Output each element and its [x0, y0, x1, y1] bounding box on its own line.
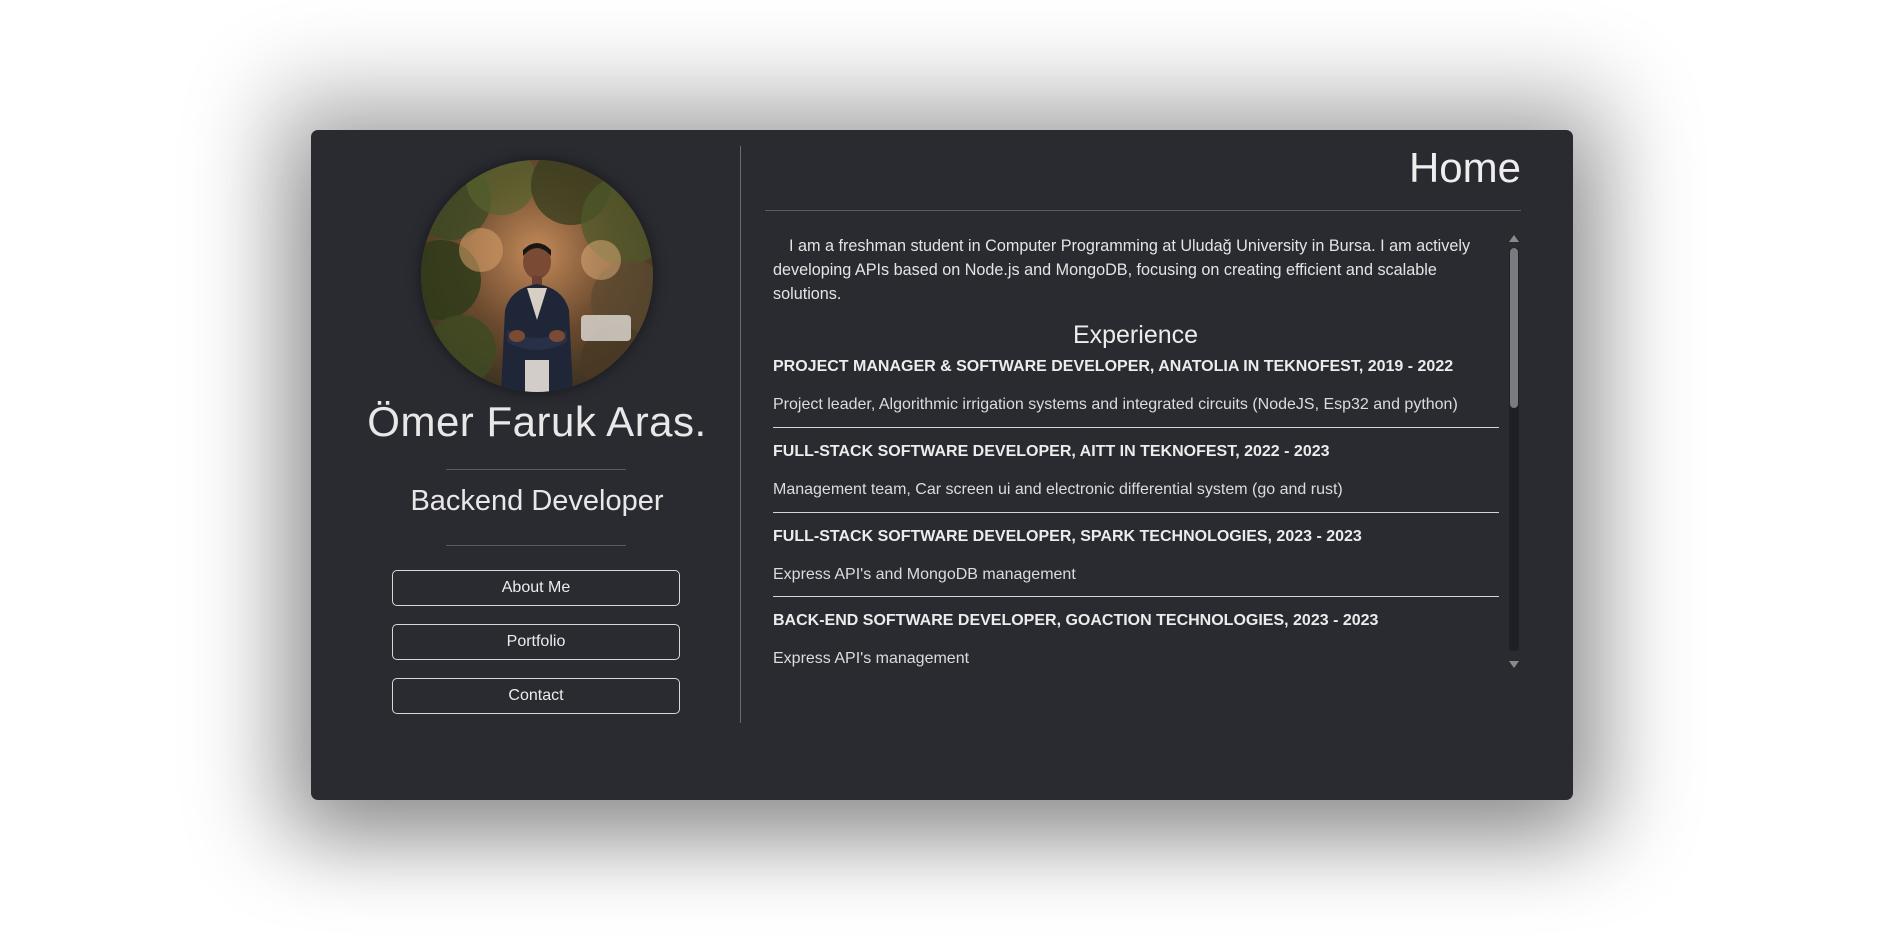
role-divider [446, 545, 626, 546]
page-title: Home [1408, 144, 1521, 191]
content-scroll-area[interactable]: I am a freshman student in Computer Prog… [773, 230, 1501, 802]
profile-name: Ömer Faruk Aras. [367, 398, 707, 445]
experience-item: FULL-STACK SOFTWARE DEVELOPER, AITT IN T… [773, 443, 1499, 499]
content-scrollbar[interactable] [1508, 230, 1520, 670]
experience-item: BACK-END SOFTWARE DEVELOPER, GOACTION TE… [773, 612, 1499, 668]
profile-role: Backend Developer [410, 485, 664, 517]
job-title: BACK-END SOFTWARE DEVELOPER, GOACTION TE… [773, 612, 1379, 629]
experience-item: FULL-STACK SOFTWARE DEVELOPER, SPARK TEC… [773, 528, 1499, 584]
scroll-down-arrow-icon[interactable] [1509, 661, 1519, 668]
contact-button[interactable]: Contact [392, 678, 680, 714]
about-me-button[interactable]: About Me [392, 570, 680, 606]
name-divider [446, 469, 626, 470]
profile-photo [421, 160, 653, 392]
job-description: Express API's and MongoDB management [773, 566, 1076, 583]
portfolio-button[interactable]: Portfolio [392, 624, 680, 660]
job-title: FULL-STACK SOFTWARE DEVELOPER, AITT IN T… [773, 443, 1330, 460]
job-description: Management team, Car screen ui and elect… [773, 481, 1343, 498]
job-title: PROJECT MANAGER & SOFTWARE DEVELOPER, AN… [773, 358, 1454, 375]
column-divider [740, 146, 741, 723]
scroll-up-arrow-icon[interactable] [1509, 235, 1519, 242]
scrollbar-track[interactable] [1509, 248, 1519, 651]
job-title: FULL-STACK SOFTWARE DEVELOPER, SPARK TEC… [773, 528, 1362, 545]
intro-text: I am a freshman student in Computer Prog… [773, 237, 1471, 303]
job-separator [773, 596, 1499, 597]
job-separator [773, 427, 1499, 428]
job-description: Express API's management [773, 650, 970, 667]
scrollbar-thumb[interactable] [1510, 248, 1518, 408]
experience-item: PROJECT MANAGER & SOFTWARE DEVELOPER, AN… [773, 358, 1499, 414]
experience-heading: Experience [1072, 321, 1199, 349]
avatar [421, 160, 653, 392]
job-separator [773, 512, 1499, 513]
profile-panel: Ömer Faruk Aras. Backend Developer About… [311, 130, 741, 800]
job-description: Project leader, Algorithmic irrigation s… [773, 396, 1458, 413]
title-divider [765, 210, 1521, 211]
portfolio-card: Ömer Faruk Aras. Backend Developer About… [311, 130, 1573, 800]
